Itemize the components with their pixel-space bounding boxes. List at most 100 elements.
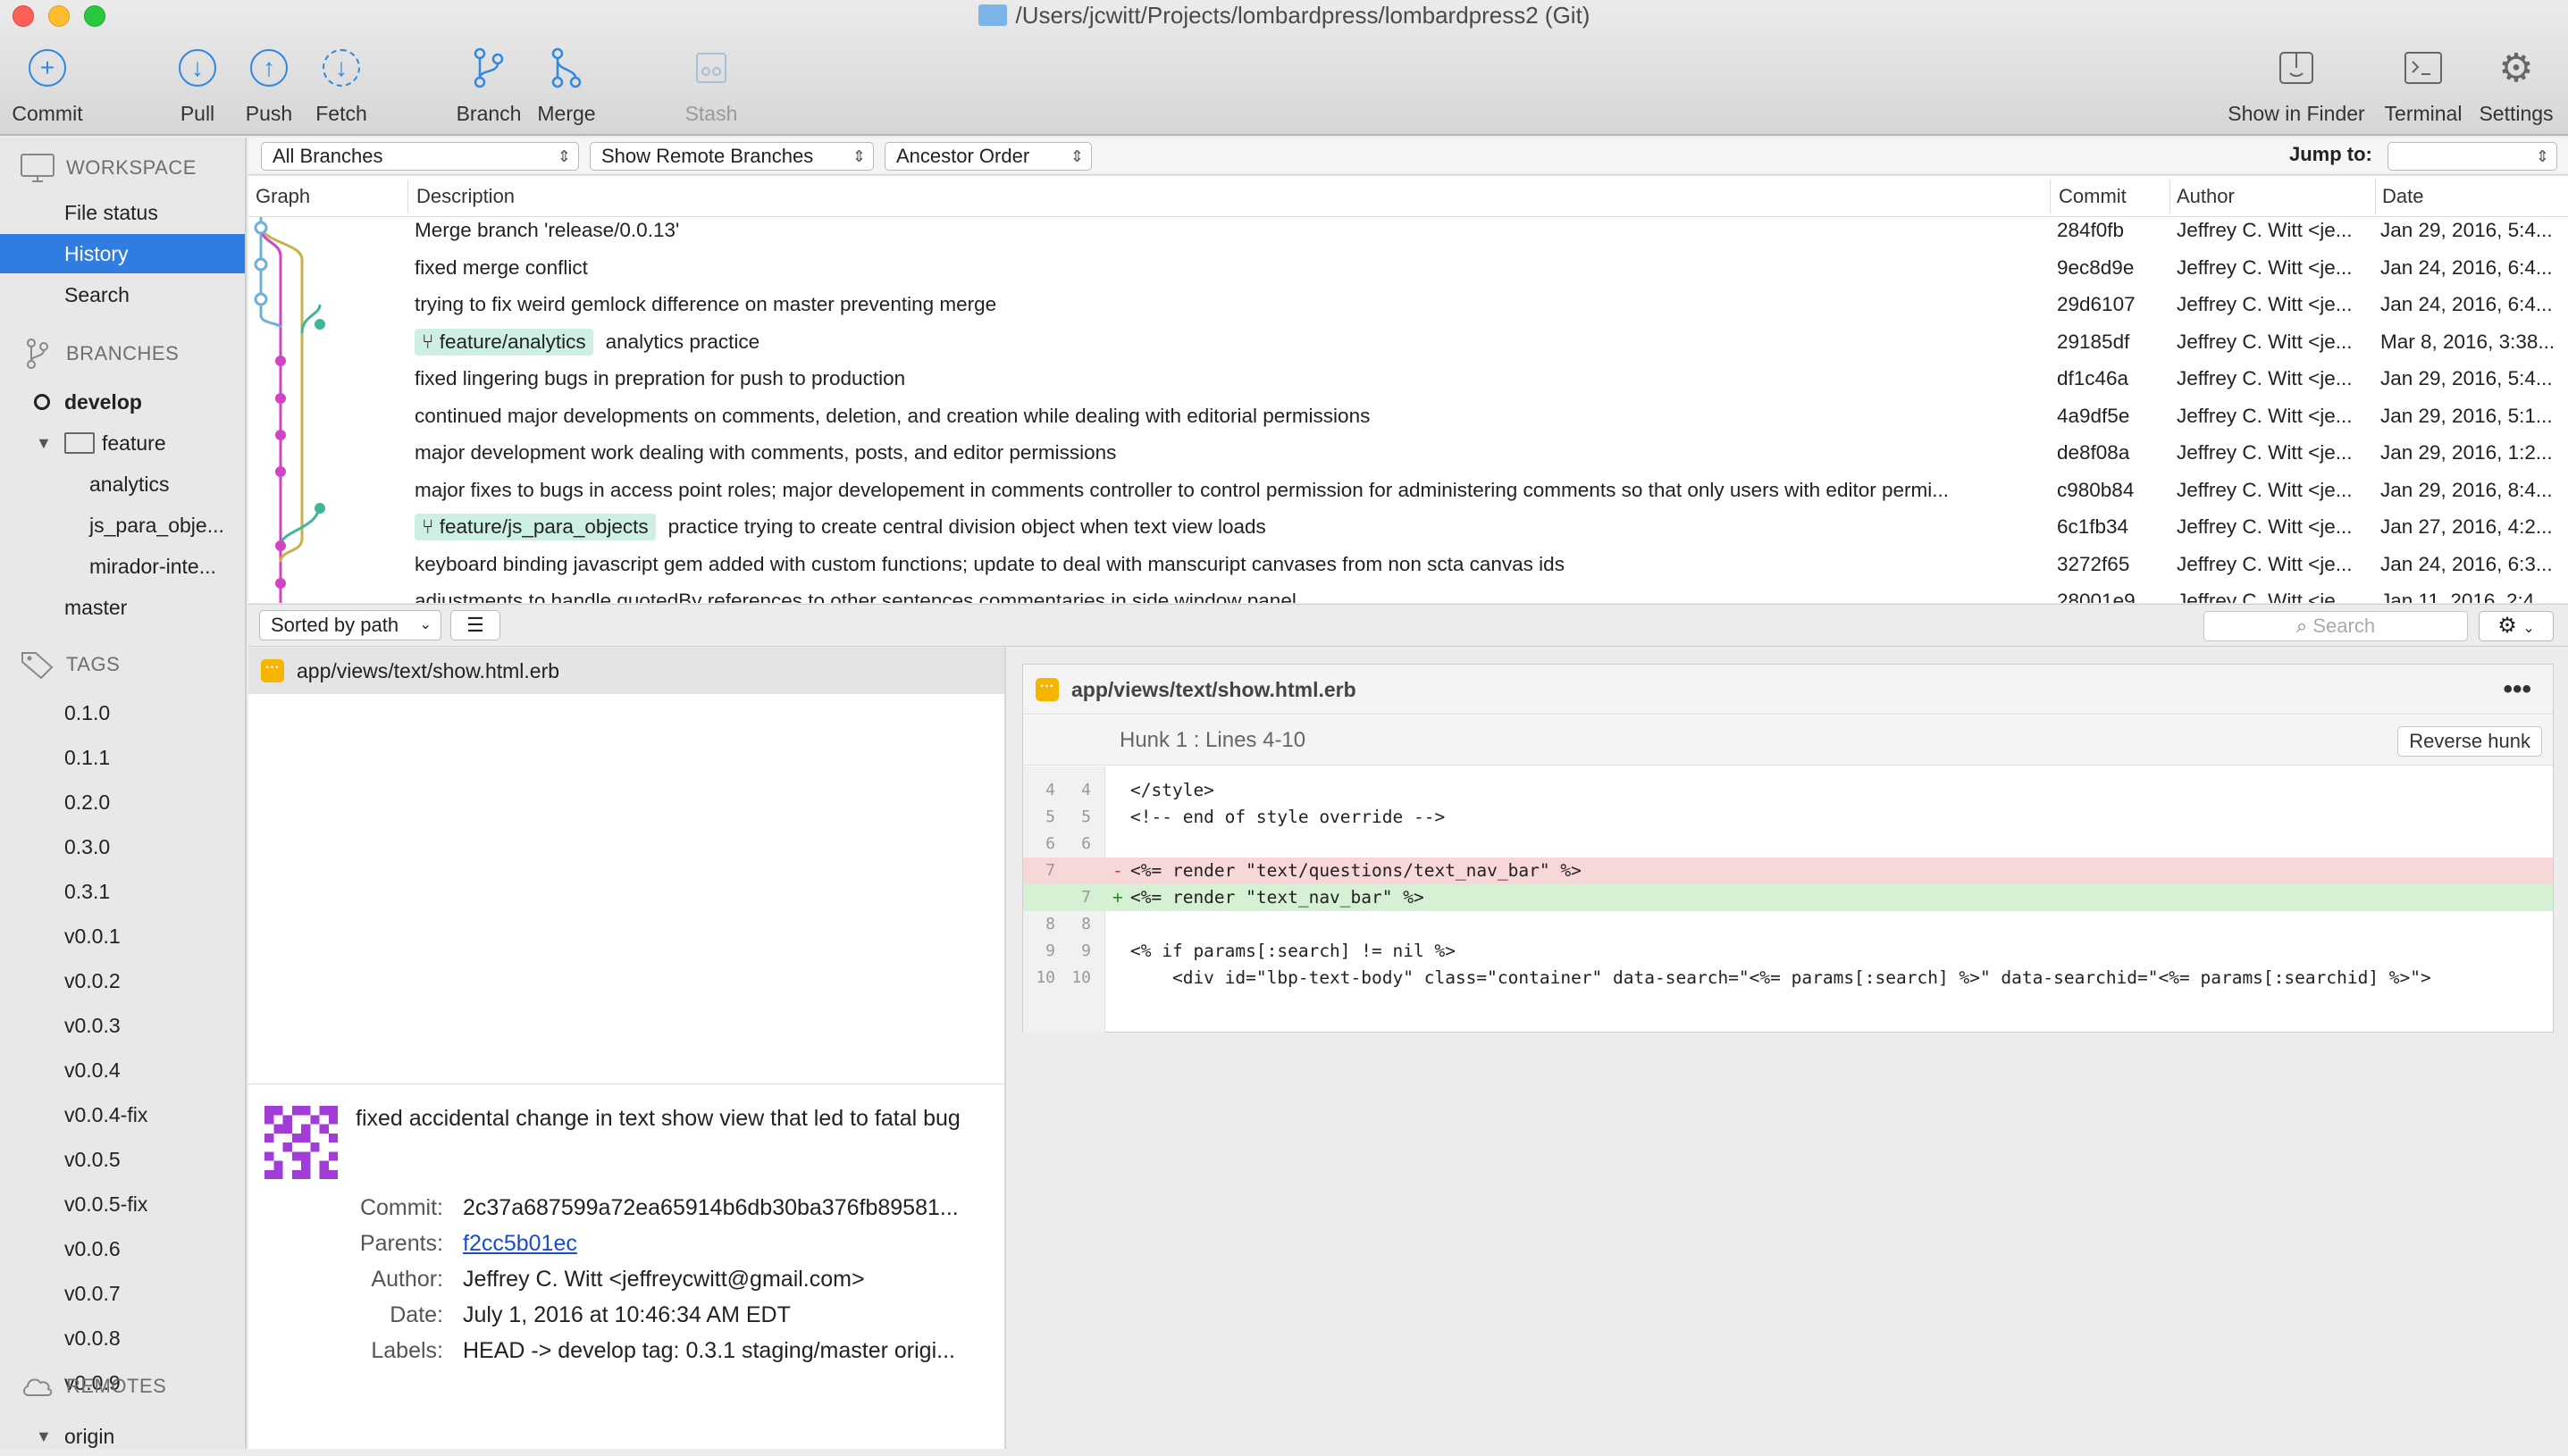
diff-line-context[interactable]: 9 9 <% if params[:search] != nil %> bbox=[1023, 938, 2553, 965]
sidebar-tag-item[interactable]: v0.0.4-fix bbox=[0, 1095, 245, 1134]
diff-line-context[interactable]: 10 10 <div id="lbp-text-body" class="cont… bbox=[1023, 965, 2553, 992]
commit-message: fixed accidental change in text show vie… bbox=[356, 1106, 961, 1131]
diff-line-added[interactable]: 7 + <%= render "text_nav_bar" %> bbox=[1023, 884, 2553, 911]
list-icon: ☰ bbox=[466, 614, 484, 636]
column-graph[interactable]: Graph bbox=[256, 185, 310, 208]
sidebar-branch-js-para-objects[interactable]: js_para_obje... bbox=[0, 506, 245, 545]
commit-date: Jan 24, 2016, 6:4... bbox=[2380, 255, 2553, 279]
stash-button[interactable]: Stash bbox=[677, 46, 745, 126]
file-search-input[interactable]: ⌕ Search bbox=[2203, 611, 2468, 641]
commit-hash-row: Commit: 2c37a687599a72ea65914b6db30ba376… bbox=[248, 1190, 1004, 1226]
diff-card: ··· app/views/text/show.html.erb ••• Hun… bbox=[1022, 664, 2554, 1033]
branch-filter-select[interactable]: All Branches ⇕ bbox=[261, 142, 579, 171]
plus-icon: + bbox=[29, 49, 66, 87]
sidebar-tag-item[interactable]: v0.0.4 bbox=[0, 1050, 245, 1090]
branch-icon bbox=[18, 338, 57, 370]
commit-description: ⑂ feature/js_para_objects practice trying… bbox=[415, 510, 2044, 544]
history-row[interactable]: fixed merge conflict 9ec8d9e Jeffrey C. Wi… bbox=[248, 251, 2568, 285]
history-row[interactable]: trying to fix weird gemlock difference o… bbox=[248, 288, 2568, 322]
sidebar-tag-item[interactable]: v0.0.8 bbox=[0, 1318, 245, 1358]
diff-line-context[interactable]: 4 4 </style> bbox=[1023, 777, 2553, 804]
terminal-button[interactable]: Terminal bbox=[2382, 46, 2464, 126]
history-row[interactable]: keyboard binding javascript gem added wi… bbox=[248, 548, 2568, 582]
column-author[interactable]: Author bbox=[2177, 185, 2235, 208]
branch-button[interactable]: Branch bbox=[452, 46, 525, 126]
history-row[interactable]: ⑂ feature/analytics analytics practice 291… bbox=[248, 325, 2568, 359]
jump-to-select[interactable]: ⇕ bbox=[2388, 142, 2557, 171]
old-line-number: 10 bbox=[1036, 968, 1055, 987]
merge-button[interactable]: Merge bbox=[533, 46, 600, 126]
sidebar-branch-analytics[interactable]: analytics bbox=[0, 464, 245, 504]
sidebar-branch-develop[interactable]: develop bbox=[0, 382, 245, 422]
sidebar-item-file-status[interactable]: File status bbox=[0, 193, 245, 232]
jump-to-label: Jump to: bbox=[2289, 143, 2372, 165]
sidebar-branch-mirador[interactable]: mirador-inte... bbox=[0, 547, 245, 586]
action-menu-button[interactable]: ⚙ ⌄ bbox=[2479, 611, 2554, 641]
sort-select[interactable]: Sorted by path ⌄ bbox=[259, 610, 441, 640]
sidebar-remote-origin[interactable]: ▼ origin bbox=[0, 1417, 245, 1456]
commit-author: Jeffrey C. Witt <je... bbox=[2177, 552, 2353, 575]
diff-line-context[interactable]: 66 bbox=[1023, 831, 2553, 858]
history-row[interactable]: Merge branch 'release/0.0.13' 284f0fb Jeff… bbox=[248, 213, 2568, 247]
history-row[interactable]: major fixes to bugs in access point role… bbox=[248, 473, 2568, 507]
avatar bbox=[264, 1106, 338, 1179]
sidebar-tag-item[interactable]: 0.1.0 bbox=[0, 693, 245, 732]
branches-header: BRANCHES bbox=[18, 338, 179, 370]
history-row[interactable]: adjustments to handle quotedBy reference… bbox=[248, 584, 2568, 603]
history-row[interactable]: continued major developments on comments… bbox=[248, 399, 2568, 433]
commit-author-row: Author: Jeffrey C. Witt <jeffreycwitt@gm… bbox=[248, 1261, 1004, 1297]
commit-author: Jeffrey C. Witt <je... bbox=[2177, 515, 2353, 538]
changed-file-row[interactable]: ··· app/views/text/show.html.erb bbox=[248, 648, 1004, 694]
sidebar-tag-item[interactable]: v0.0.5-fix bbox=[0, 1184, 245, 1224]
new-line-number: 7 bbox=[1081, 888, 1091, 907]
reverse-hunk-button[interactable]: Reverse hunk bbox=[2397, 726, 2542, 757]
sidebar-tag-item[interactable]: v0.0.3 bbox=[0, 1006, 245, 1045]
commit-button[interactable]: + Commit bbox=[9, 46, 86, 126]
sidebar-branch-master[interactable]: master bbox=[0, 588, 245, 627]
settings-button[interactable]: ⚙ Settings bbox=[2475, 46, 2557, 126]
history-row[interactable]: ⑂ feature/js_para_objects practice trying… bbox=[248, 510, 2568, 544]
modified-file-icon: ··· bbox=[1036, 678, 1059, 701]
sidebar-tag-item[interactable]: 0.2.0 bbox=[0, 782, 245, 822]
disclosure-triangle-icon[interactable]: ▼ bbox=[36, 1417, 52, 1456]
diff-line-context[interactable]: 5 5 <!-- end of style override --> bbox=[1023, 804, 2553, 831]
sidebar-tag-item[interactable]: v0.0.2 bbox=[0, 961, 245, 1000]
show-in-finder-button[interactable]: Show in Finder bbox=[2225, 46, 2368, 126]
column-commit[interactable]: Commit bbox=[2059, 185, 2127, 208]
sidebar-tag-item[interactable]: 0.3.0 bbox=[0, 827, 245, 866]
commit-hash: 3272f65 bbox=[2057, 552, 2130, 575]
history-row[interactable]: major development work dealing with comm… bbox=[248, 436, 2568, 470]
diff-code: <div id="lbp-text-body" class="container… bbox=[1130, 967, 2431, 988]
disclosure-triangle-icon[interactable]: ▼ bbox=[36, 423, 52, 463]
folder-icon bbox=[64, 432, 95, 454]
commit-description: Merge branch 'release/0.0.13' bbox=[415, 219, 680, 241]
column-description[interactable]: Description bbox=[416, 185, 515, 208]
parent-commit-link[interactable]: f2cc5b01ec bbox=[463, 1226, 990, 1261]
sidebar-tag-item[interactable]: v0.0.7 bbox=[0, 1274, 245, 1313]
sidebar-tag-item[interactable]: v0.0.1 bbox=[0, 916, 245, 956]
commit-description: major development work dealing with comm… bbox=[415, 441, 1117, 464]
column-date[interactable]: Date bbox=[2382, 185, 2423, 208]
sidebar-folder-feature[interactable]: ▼ feature bbox=[0, 423, 245, 463]
remote-branches-select[interactable]: Show Remote Branches ⇕ bbox=[590, 142, 874, 171]
sidebar: WORKSPACE File status History Search BRA… bbox=[0, 138, 247, 1449]
commit-author: Jeffrey C. Witt <je... bbox=[2177, 367, 2353, 389]
fetch-button[interactable]: ↓ Fetch bbox=[307, 46, 375, 126]
history-row[interactable]: fixed lingering bugs in prepration for p… bbox=[248, 362, 2568, 396]
pull-button[interactable]: ↓ Pull bbox=[166, 46, 229, 126]
sidebar-tag-item[interactable]: v0.0.5 bbox=[0, 1140, 245, 1179]
diff-line-context[interactable]: 88 bbox=[1023, 911, 2553, 938]
branch-label: ⑂ feature/analytics bbox=[415, 328, 593, 356]
commit-date: Jan 29, 2016, 1:2... bbox=[2380, 441, 2553, 464]
push-button[interactable]: ↑ Push bbox=[238, 46, 300, 126]
sidebar-item-search[interactable]: Search bbox=[0, 275, 245, 314]
old-line-number: 9 bbox=[1045, 941, 1055, 960]
sidebar-item-history[interactable]: History bbox=[0, 234, 245, 273]
order-select[interactable]: Ancestor Order ⇕ bbox=[885, 142, 1092, 171]
diff-line-removed[interactable]: 7 - <%= render "text/questions/text_nav_ba… bbox=[1023, 858, 2553, 884]
sidebar-tag-item[interactable]: v0.0.6 bbox=[0, 1229, 245, 1268]
list-view-button[interactable]: ☰ bbox=[450, 610, 500, 640]
sidebar-tag-item[interactable]: 0.1.1 bbox=[0, 738, 245, 777]
sidebar-tag-item[interactable]: 0.3.1 bbox=[0, 872, 245, 911]
more-options-icon[interactable]: ••• bbox=[2503, 665, 2531, 715]
